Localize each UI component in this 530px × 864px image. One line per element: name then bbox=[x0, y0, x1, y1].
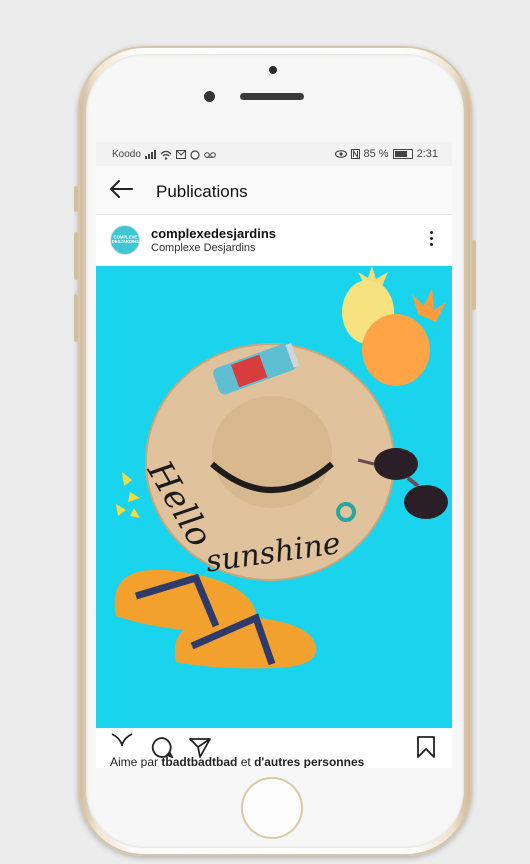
eye-icon bbox=[334, 150, 347, 158]
likes-others[interactable]: d'autres personnes bbox=[254, 755, 364, 768]
battery-percent: 85 % bbox=[363, 148, 389, 160]
proximity-sensor bbox=[269, 66, 277, 74]
likes-line: Aime par tbadtbadtbad et d'autres person… bbox=[110, 755, 364, 768]
likes-prefix: Aime par bbox=[110, 755, 159, 768]
avatar-logo-text: COMPLEXE DESJARDINS bbox=[111, 235, 139, 245]
carrier-label: Koodo bbox=[112, 149, 141, 160]
post-fullname: Complexe Desjardins bbox=[151, 242, 256, 254]
side-button-volume-down bbox=[74, 294, 78, 342]
post-photo[interactable]: Hello sunshine bbox=[96, 266, 452, 728]
confetti bbox=[116, 472, 140, 518]
status-bar: Koodo 85 % 2:31 bbox=[96, 142, 452, 166]
photo-illustration: Hello sunshine bbox=[114, 266, 448, 669]
clock: 2:31 bbox=[416, 148, 438, 160]
post-actions: Aime par tbadtbadtbad et d'autres person… bbox=[96, 728, 452, 768]
front-camera bbox=[204, 91, 215, 102]
side-button-power bbox=[472, 240, 476, 310]
back-arrow-icon[interactable] bbox=[108, 178, 134, 202]
voicemail-icon bbox=[204, 151, 216, 158]
battery-icon bbox=[392, 149, 413, 159]
nfc-icon bbox=[350, 149, 360, 159]
sandals bbox=[114, 569, 317, 669]
notification-icon bbox=[175, 150, 186, 159]
home-button[interactable] bbox=[241, 777, 303, 839]
app-bar: Publications bbox=[96, 166, 452, 215]
side-button-mute bbox=[74, 186, 78, 212]
heart-icon[interactable] bbox=[110, 730, 134, 746]
post-username[interactable]: complexedesjardins bbox=[151, 226, 276, 241]
signal-icon bbox=[144, 150, 156, 159]
post-header: COMPLEXE DESJARDINS complexedesjardins C… bbox=[96, 215, 452, 266]
side-button-volume-up bbox=[74, 232, 78, 280]
wifi-icon bbox=[160, 150, 172, 160]
more-icon[interactable] bbox=[430, 231, 434, 246]
likes-user[interactable]: tbadtbadtbad bbox=[161, 755, 237, 768]
phone-screen: Koodo 85 % 2:31 Publications COMPLEXE DE… bbox=[96, 142, 452, 768]
avatar[interactable]: COMPLEXE DESJARDINS bbox=[110, 225, 140, 255]
bookmark-icon[interactable] bbox=[416, 735, 436, 759]
page-title: Publications bbox=[156, 182, 248, 201]
whatsapp-icon bbox=[190, 149, 200, 160]
likes-middle: et bbox=[240, 755, 251, 768]
earpiece-speaker bbox=[240, 93, 304, 100]
